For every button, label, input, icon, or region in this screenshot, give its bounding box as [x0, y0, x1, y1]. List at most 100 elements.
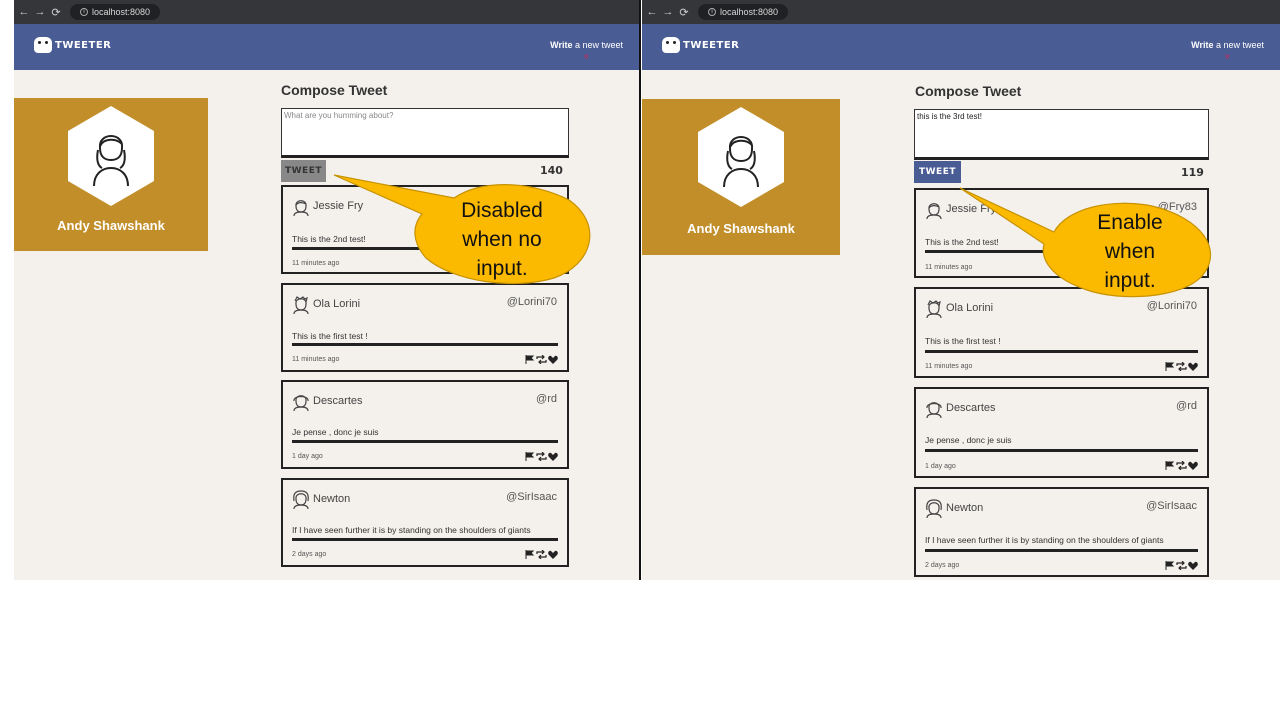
- info-icon: i: [80, 8, 88, 16]
- tweet-input[interactable]: this is the 3rd test!: [914, 109, 1209, 160]
- tweet-button-enabled[interactable]: TWEET: [914, 161, 961, 183]
- url-text: localhost:8080: [720, 7, 779, 17]
- retweet-icon[interactable]: [1176, 561, 1187, 570]
- tweet-actions: [1165, 561, 1198, 570]
- tweet-text: This is the first test !: [292, 331, 368, 341]
- retweet-icon[interactable]: [536, 355, 547, 364]
- back-icon[interactable]: ←: [18, 6, 30, 18]
- retweet-icon[interactable]: [1176, 461, 1187, 470]
- user-avatar-icon: [926, 203, 942, 220]
- tweet-card: Newton @SirIsaac If I have seen further …: [914, 487, 1209, 577]
- address-bar[interactable]: i localhost:8080: [70, 4, 161, 20]
- user-avatar-icon: [293, 395, 309, 412]
- retweet-icon[interactable]: [536, 550, 547, 559]
- heart-icon[interactable]: [1188, 362, 1198, 371]
- flag-icon[interactable]: [1165, 561, 1175, 570]
- user-avatar-icon: [293, 490, 309, 510]
- tweet-text: If I have seen further it is by standing…: [292, 525, 531, 535]
- tweet-button-disabled[interactable]: TWEET: [281, 160, 326, 182]
- tweet-author-handle: @Lorini70: [506, 296, 557, 308]
- tweet-timestamp: 2 days ago: [925, 562, 960, 569]
- flag-icon[interactable]: [525, 452, 535, 461]
- char-counter: 119: [1181, 166, 1204, 179]
- user-avatar-icon: [293, 200, 309, 217]
- tweet-actions: [525, 355, 558, 364]
- user-avatar-icon: [293, 296, 309, 315]
- url-text: localhost:8080: [92, 7, 151, 17]
- profile-avatar-hexagon: [698, 107, 784, 207]
- tweet-author-name: Ola Lorini: [313, 298, 361, 310]
- tweet-card: Descartes @rd Je pense , donc je suis 1 …: [281, 380, 569, 469]
- flag-icon[interactable]: [525, 355, 535, 364]
- tweet-card: Ola Lorini @Lorini70 This is the first t…: [281, 283, 569, 372]
- tweet-author-handle: @SirIsaac: [506, 491, 557, 503]
- tweet-divider: [925, 449, 1198, 452]
- reload-icon[interactable]: ⟳: [50, 6, 62, 19]
- heart-icon[interactable]: [548, 452, 558, 461]
- info-icon: i: [708, 8, 716, 16]
- write-label-rest: a new tweet: [572, 40, 623, 50]
- tweet-author-name: Jessie Fry: [946, 203, 997, 215]
- heart-icon[interactable]: [548, 550, 558, 559]
- tweet-actions: [1165, 362, 1198, 371]
- flag-icon[interactable]: [525, 550, 535, 559]
- tweet-actions: [525, 452, 558, 461]
- retweet-icon[interactable]: [536, 452, 547, 461]
- tweet-author-handle: @rd: [536, 393, 557, 405]
- bird-logo-icon: [34, 37, 52, 53]
- tweet-text: This is the 2nd test!: [292, 234, 366, 244]
- brand-logo[interactable]: TWEETER: [662, 37, 739, 53]
- write-new-tweet-link[interactable]: Write a new tweet »: [1191, 40, 1264, 61]
- brand-name: TWEETER: [55, 39, 112, 51]
- tweet-timestamp: 1 day ago: [292, 453, 323, 460]
- callout-line: Enable: [1097, 211, 1163, 234]
- profile-card: Andy Shawshank: [642, 99, 840, 255]
- browser-chrome: ← → ⟳ i localhost:8080: [14, 0, 639, 24]
- tweet-divider: [292, 440, 558, 443]
- write-new-tweet-link[interactable]: Write a new tweet »: [550, 40, 623, 61]
- top-navbar: TWEETER Write a new tweet »: [642, 24, 1280, 70]
- write-label-rest: a new tweet: [1213, 40, 1264, 50]
- chevron-down-icon[interactable]: »: [582, 20, 592, 93]
- forward-icon[interactable]: →: [34, 6, 46, 18]
- tweet-input[interactable]: [281, 108, 569, 158]
- brand-name: TWEETER: [683, 39, 740, 51]
- tweet-divider: [292, 343, 558, 346]
- browser-window-enabled: ← → ⟳ i localhost:8080 TWEETER Write a n…: [642, 0, 1280, 580]
- heart-icon[interactable]: [1188, 561, 1198, 570]
- user-avatar-icon: [93, 135, 129, 187]
- profile-avatar-hexagon: [68, 106, 154, 206]
- tweet-author-name: Ola Lorini: [946, 302, 994, 314]
- back-icon[interactable]: ←: [646, 6, 658, 18]
- heart-icon[interactable]: [1188, 461, 1198, 470]
- profile-name: Andy Shawshank: [57, 218, 165, 233]
- address-bar[interactable]: i localhost:8080: [698, 4, 789, 20]
- profile-card: Andy Shawshank: [14, 98, 208, 251]
- tweet-author-name: Jessie Fry: [313, 200, 364, 212]
- tweet-author-handle: @Lorini70: [1146, 300, 1197, 312]
- callout-line: input.: [1104, 269, 1156, 292]
- tweet-timestamp: 1 day ago: [925, 463, 956, 470]
- tweet-timestamp: 2 days ago: [292, 551, 327, 558]
- tweet-author-name: Descartes: [313, 395, 363, 407]
- tweet-author-name: Descartes: [946, 402, 996, 414]
- callout-line: Disabled: [461, 199, 543, 222]
- retweet-icon[interactable]: [1176, 362, 1187, 371]
- tweet-timestamp: 11 minutes ago: [925, 264, 973, 271]
- forward-icon[interactable]: →: [662, 6, 674, 18]
- bird-logo-icon: [662, 37, 680, 53]
- tweet-text: Je pense , donc je suis: [292, 427, 379, 437]
- write-label-bold: Write: [550, 40, 573, 50]
- callout-line: when no: [462, 228, 542, 251]
- heart-icon[interactable]: [548, 355, 558, 364]
- compose-title: Compose Tweet: [915, 83, 1022, 99]
- chevron-down-icon[interactable]: »: [1223, 20, 1233, 93]
- reload-icon[interactable]: ⟳: [678, 6, 690, 19]
- tweet-divider: [925, 549, 1198, 552]
- brand-logo[interactable]: TWEETER: [34, 37, 111, 53]
- flag-icon[interactable]: [1165, 461, 1175, 470]
- callout-text-disabled: Disabled when no input.: [434, 196, 570, 283]
- tweet-text: This is the first test !: [925, 336, 1001, 346]
- flag-icon[interactable]: [1165, 362, 1175, 371]
- tweet-card: Newton @SirIsaac If I have seen further …: [281, 478, 569, 567]
